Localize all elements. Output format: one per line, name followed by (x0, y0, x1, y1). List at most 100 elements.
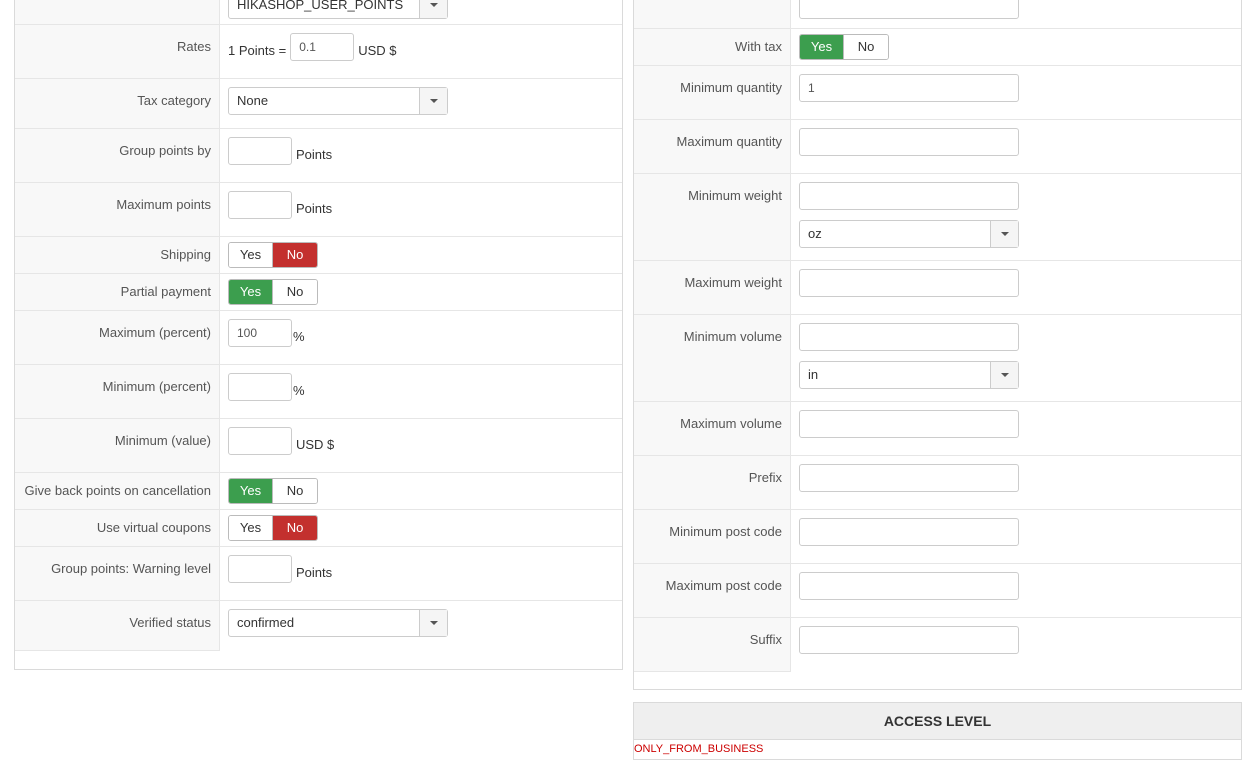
minimum-quantity-input[interactable] (799, 74, 1019, 102)
minimum-percent-row: Minimum (percent) % (15, 365, 622, 419)
maximum-post-code-input[interactable] (799, 572, 1019, 600)
prefix-label: Prefix (634, 456, 791, 509)
give-back-points-yes-button[interactable]: Yes (229, 479, 273, 503)
shipping-no-button[interactable]: No (273, 243, 317, 267)
with-tax-no-button[interactable]: No (844, 35, 888, 59)
with-tax-yes-button[interactable]: Yes (800, 35, 844, 59)
maximum-points-input[interactable] (228, 191, 292, 219)
minimum-quantity-label: Minimum quantity (634, 66, 791, 119)
minimum-post-code-row: Minimum post code (634, 510, 1241, 564)
top-field-input[interactable] (799, 0, 1019, 19)
chevron-down-icon (419, 88, 447, 114)
suffix-input[interactable] (799, 626, 1019, 654)
warning-level-row: Group points: Warning level Points (15, 547, 622, 601)
minimum-value-row: Minimum (value) USD $ (15, 419, 622, 473)
prefix-input[interactable] (799, 464, 1019, 492)
use-virtual-coupons-row: Use virtual coupons Yes No (15, 510, 622, 547)
suffix-label: Suffix (634, 618, 791, 672)
minimum-weight-label: Minimum weight (634, 174, 791, 260)
use-virtual-coupons-toggle[interactable]: Yes No (228, 515, 318, 541)
maximum-weight-label: Maximum weight (634, 261, 791, 314)
maximum-post-code-row: Maximum post code (634, 564, 1241, 618)
maximum-quantity-row: Maximum quantity (634, 120, 1241, 174)
maximum-points-label: Maximum points (15, 183, 220, 236)
shipping-row: Shipping Yes No (15, 237, 622, 274)
chevron-down-icon (419, 610, 447, 636)
maximum-percent-label: Maximum (percent) (15, 311, 220, 364)
chevron-down-icon (990, 362, 1018, 388)
chevron-down-icon (419, 0, 447, 18)
verified-status-select[interactable]: confirmed (228, 609, 448, 637)
points-unit: Points (296, 146, 333, 162)
percent-unit: % (293, 328, 305, 344)
minimum-quantity-row: Minimum quantity (634, 66, 1241, 120)
percent-unit: % (293, 382, 305, 398)
rates-unit: USD $ (358, 42, 397, 58)
minimum-percent-label: Minimum (percent) (15, 365, 220, 418)
access-level-header: ACCESS LEVEL (633, 702, 1242, 740)
tax-category-row: Tax category None (15, 79, 622, 129)
points-mode-select[interactable]: HIKASHOP_USER_POINTS (228, 0, 448, 19)
rates-prefix: 1 Points = (228, 42, 287, 58)
minimum-volume-label: Minimum volume (634, 315, 791, 401)
rates-row: Rates 1 Points = USD $ (15, 25, 622, 79)
chevron-down-icon (990, 221, 1018, 247)
warning-level-label: Group points: Warning level (15, 547, 220, 600)
points-unit: Points (296, 564, 333, 580)
volume-unit-select[interactable]: in (799, 361, 1019, 389)
use-virtual-coupons-yes-button[interactable]: Yes (229, 516, 273, 540)
minimum-value-input[interactable] (228, 427, 292, 455)
shipping-label: Shipping (15, 237, 220, 273)
maximum-weight-input[interactable] (799, 269, 1019, 297)
maximum-volume-input[interactable] (799, 410, 1019, 438)
use-virtual-coupons-no-button[interactable]: No (273, 516, 317, 540)
warning-level-input[interactable] (228, 555, 292, 583)
give-back-points-toggle[interactable]: Yes No (228, 478, 318, 504)
give-back-points-label: Give back points on cancellation (15, 473, 220, 509)
minimum-value-label: Minimum (value) (15, 419, 220, 472)
weight-unit-select[interactable]: oz (799, 220, 1019, 248)
minimum-volume-input[interactable] (799, 323, 1019, 351)
partial-payment-label: Partial payment (15, 274, 220, 310)
group-points-by-input[interactable] (228, 137, 292, 165)
minimum-volume-row: Minimum volume in (634, 315, 1241, 402)
shipping-toggle[interactable]: Yes No (228, 242, 318, 268)
tax-category-select[interactable]: None (228, 87, 448, 115)
access-level-value: ONLY_FROM_BUSINESS (634, 743, 764, 755)
minimum-weight-input[interactable] (799, 182, 1019, 210)
currency-unit: USD $ (296, 436, 335, 452)
maximum-points-row: Maximum points Points (15, 183, 622, 237)
points-unit: Points (296, 200, 333, 216)
left-settings-panel: HIKASHOP_USER_POINTS Rates 1 Points = USD… (14, 0, 623, 670)
partial-payment-no-button[interactable]: No (273, 280, 317, 304)
minimum-post-code-label: Minimum post code (634, 510, 791, 563)
maximum-percent-input[interactable] (228, 319, 292, 347)
maximum-volume-label: Maximum volume (634, 402, 791, 455)
partial-payment-toggle[interactable]: Yes No (228, 279, 318, 305)
shipping-yes-button[interactable]: Yes (229, 243, 273, 267)
group-points-by-row: Group points by Points (15, 129, 622, 183)
access-level-box: ONLY_FROM_BUSINESS (633, 740, 1242, 760)
verified-status-label: Verified status (15, 601, 220, 651)
tax-category-label: Tax category (15, 79, 220, 128)
rates-input[interactable] (290, 33, 355, 61)
maximum-weight-row: Maximum weight (634, 261, 1241, 315)
minimum-post-code-input[interactable] (799, 518, 1019, 546)
maximum-post-code-label: Maximum post code (634, 564, 791, 617)
give-back-points-no-button[interactable]: No (273, 479, 317, 503)
partial-payment-yes-button[interactable]: Yes (229, 280, 273, 304)
minimum-percent-input[interactable] (228, 373, 292, 401)
maximum-percent-row: Maximum (percent) % (15, 311, 622, 365)
with-tax-label: With tax (634, 29, 791, 65)
verified-status-row: Verified status confirmed (15, 601, 622, 651)
use-virtual-coupons-label: Use virtual coupons (15, 510, 220, 546)
with-tax-toggle[interactable]: Yes No (799, 34, 889, 60)
partial-payment-row: Partial payment Yes No (15, 274, 622, 311)
give-back-points-row: Give back points on cancellation Yes No (15, 473, 622, 510)
maximum-quantity-input[interactable] (799, 128, 1019, 156)
right-settings-panel: With tax Yes No Minimum quantity Maximum… (633, 0, 1242, 690)
points-mode-row: HIKASHOP_USER_POINTS (15, 0, 622, 25)
suffix-row: Suffix (634, 618, 1241, 672)
maximum-quantity-label: Maximum quantity (634, 120, 791, 173)
with-tax-row: With tax Yes No (634, 29, 1241, 66)
